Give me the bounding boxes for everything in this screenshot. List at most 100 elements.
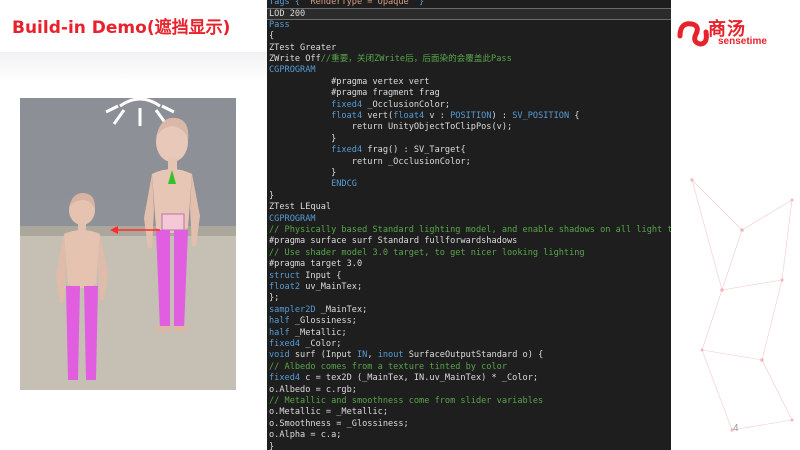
- code-line[interactable]: o.Smoothness = _Glossiness;: [267, 419, 671, 430]
- shader-code-editor[interactable]: Tags { "RenderType"="Opaque" } LOD 200 Pas…: [267, 0, 671, 450]
- code-line[interactable]: // Metallic and smoothness come from sli…: [267, 396, 671, 407]
- code-token: Input {: [305, 270, 342, 281]
- code-line[interactable]: ZTest LEqual: [267, 202, 671, 213]
- code-token: {: [269, 31, 275, 42]
- code-token: #pragma fragment frag: [269, 88, 440, 99]
- code-line[interactable]: return _OcclusionColor;: [267, 157, 671, 168]
- code-token: // Use shader model 3.0 target, to get n…: [269, 247, 585, 258]
- code-token: half: [269, 316, 295, 327]
- code-token: ZWrite Off: [269, 54, 321, 64]
- code-line[interactable]: fixed4 c = tex2D (_MainTex, IN.uv_MainTe…: [267, 373, 671, 384]
- code-line[interactable]: o.Albedo = c.rgb;: [267, 385, 671, 396]
- code-token: v :: [429, 111, 451, 121]
- code-line[interactable]: // Use shader model 3.0 target, to get n…: [267, 248, 671, 259]
- page-number: 4: [733, 423, 739, 434]
- code-token: inout: [377, 350, 409, 361]
- code-line[interactable]: Pass: [267, 20, 671, 31]
- code-line[interactable]: // Albedo comes from a texture tinted by…: [267, 362, 671, 373]
- code-line[interactable]: }: [267, 168, 671, 179]
- code-token: vert(: [367, 111, 394, 121]
- code-line[interactable]: LOD 200: [267, 8, 671, 21]
- code-line[interactable]: half _Metallic;: [267, 328, 671, 339]
- code-line[interactable]: float4 vert(float4 v : POSITION) : SV_PO…: [267, 111, 671, 122]
- code-token: #pragma surface surf Standard fullforwar…: [269, 236, 518, 247]
- code-token: float4: [269, 111, 368, 121]
- code-token: };: [269, 293, 280, 304]
- code-line[interactable]: Tags { "RenderType"="Opaque" }: [267, 0, 671, 8]
- code-token: fixed4: [269, 145, 368, 156]
- code-line[interactable]: ZWrite Off//重要，关闭ZWrite后，后面染的会覆盖此Pass: [267, 54, 671, 65]
- code-token: LOD 200: [269, 9, 306, 20]
- code-token: _MainTex;: [320, 304, 368, 315]
- code-token: ZTest LEqual: [269, 202, 332, 213]
- code-token: float4: [393, 111, 430, 121]
- code-token: ENDCG: [269, 179, 357, 190]
- code-token: c = tex2D (_MainTex, IN.uv_MainTex) * _C…: [305, 373, 539, 384]
- code-line[interactable]: }: [267, 442, 671, 450]
- code-token: _Color;: [305, 339, 342, 349]
- code-line[interactable]: #pragma vertex vert: [267, 77, 671, 88]
- floor: [20, 233, 236, 390]
- code-line[interactable]: o.Alpha = c.a;: [267, 430, 671, 441]
- code-line[interactable]: ZTest Greater: [267, 43, 671, 54]
- code-token: o.Metallic = _Metallic;: [269, 407, 388, 418]
- code-line[interactable]: fixed4 frag() : SV_Target{: [267, 145, 671, 156]
- code-token: #pragma vertex vert: [269, 76, 430, 87]
- code-line[interactable]: fixed4 _OcclusionColor;: [267, 100, 671, 111]
- code-token: CGPROGRAM: [269, 213, 316, 224]
- code-line[interactable]: fixed4 _Color;: [267, 339, 671, 350]
- code-line[interactable]: CGPROGRAM: [267, 65, 671, 76]
- code-token: _OcclusionColor;: [367, 99, 451, 110]
- title-underband: [0, 52, 268, 82]
- code-line[interactable]: };: [267, 293, 671, 304]
- code-token: POSITION: [450, 111, 492, 121]
- code-token: frag() : SV_Target{: [367, 145, 466, 156]
- code-token: fixed4: [269, 339, 306, 349]
- code-token: uv_MainTex;: [305, 282, 363, 292]
- code-token: fixed4: [269, 373, 306, 384]
- unity-demo-scene: [20, 98, 236, 390]
- code-line[interactable]: {: [267, 31, 671, 42]
- code-token: }: [269, 133, 337, 144]
- decorative-network-pattern: [690, 178, 794, 432]
- title-bar: Build-in Demo(遮挡显示): [0, 0, 268, 50]
- logo-text-en: sensetime: [718, 36, 767, 47]
- code-line[interactable]: CGPROGRAM: [267, 214, 671, 225]
- code-token: Pass: [269, 19, 290, 30]
- code-token: ,: [367, 350, 378, 361]
- code-token: void: [269, 350, 295, 361]
- code-token: CGPROGRAM: [269, 65, 316, 76]
- code-line[interactable]: }: [267, 191, 671, 202]
- code-line[interactable]: }: [267, 134, 671, 145]
- code-token: half: [269, 327, 295, 338]
- code-token: // Albedo comes from a texture tinted by…: [269, 361, 507, 372]
- slide-title: Build-in Demo(遮挡显示): [12, 18, 231, 38]
- code-token: float2: [269, 282, 306, 292]
- code-token: {: [569, 111, 580, 121]
- code-token: }: [413, 0, 425, 7]
- code-line[interactable]: ENDCG: [267, 179, 671, 190]
- code-line[interactable]: // Physically based Standard lighting mo…: [267, 225, 671, 236]
- code-token: Tags {: [269, 0, 306, 7]
- code-line[interactable]: struct Input {: [267, 271, 671, 282]
- code-token: //重要，关闭ZWrite后，后面染的会覆盖此Pass: [320, 54, 512, 64]
- code-token: return _OcclusionColor;: [269, 156, 471, 167]
- code-line[interactable]: half _Glossiness;: [267, 316, 671, 327]
- code-token: surf (Input: [294, 350, 357, 361]
- code-token: struct: [269, 270, 306, 281]
- code-token: SV_POSITION: [512, 111, 570, 121]
- code-token: sampler2D: [269, 304, 321, 315]
- code-line[interactable]: return UnityObjectToClipPos(v);: [267, 122, 671, 133]
- code-line[interactable]: #pragma fragment frag: [267, 88, 671, 99]
- code-line[interactable]: #pragma surface surf Standard fullforwar…: [267, 236, 671, 247]
- code-token: "RenderType"="Opaque": [305, 0, 414, 7]
- code-line[interactable]: #pragma target 3.0: [267, 259, 671, 270]
- code-token: return UnityObjectToClipPos(v);: [269, 122, 513, 133]
- code-token: }: [269, 441, 275, 450]
- code-line[interactable]: o.Metallic = _Metallic;: [267, 407, 671, 418]
- code-token: o.Alpha = c.a;: [269, 430, 342, 441]
- code-line[interactable]: void surf (Input IN, inout SurfaceOutput…: [267, 350, 671, 361]
- code-line[interactable]: sampler2D _MainTex;: [267, 305, 671, 316]
- code-line[interactable]: float2 uv_MainTex;: [267, 282, 671, 293]
- code-token: }: [269, 168, 337, 178]
